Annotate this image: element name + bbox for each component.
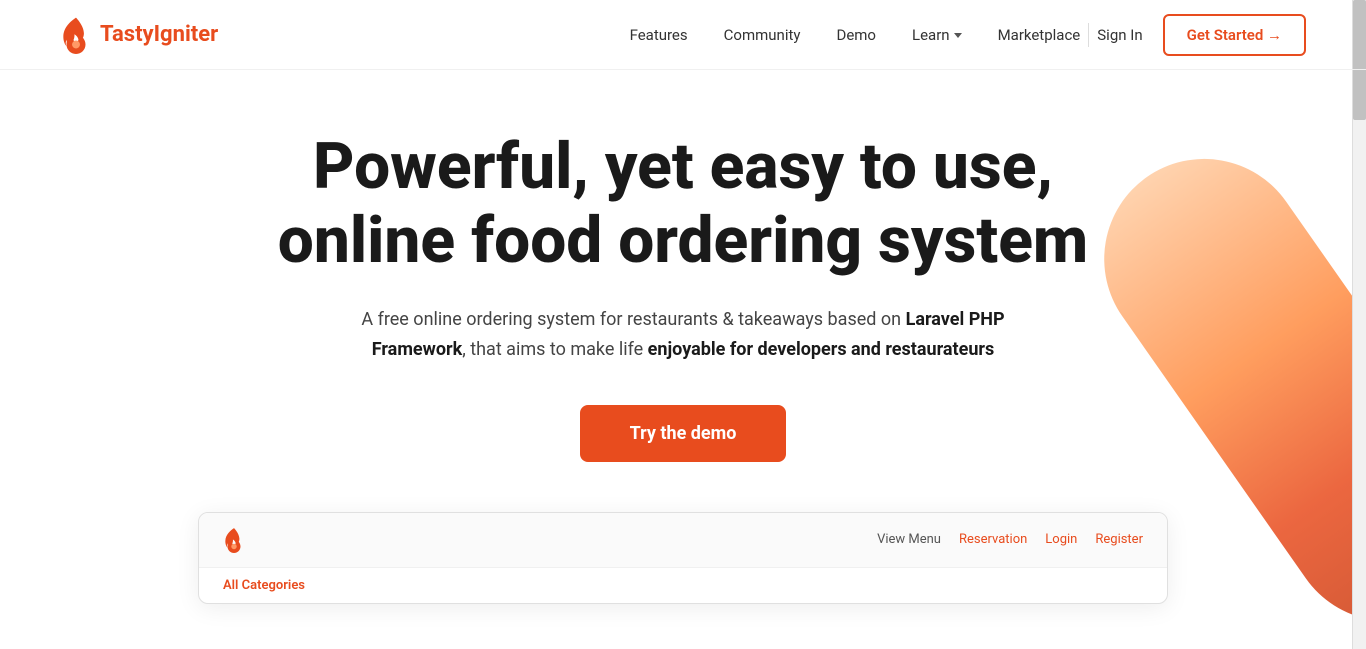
try-demo-button[interactable]: Try the demo — [580, 405, 787, 462]
get-started-button[interactable]: Get Started → — [1163, 14, 1306, 56]
nav-divider — [1088, 23, 1089, 47]
nav-marketplace[interactable]: Marketplace — [998, 26, 1081, 44]
nav-learn[interactable]: Learn — [912, 26, 962, 44]
nav-community[interactable]: Community — [724, 26, 801, 44]
preview-card-header: View Menu Reservation Login Register — [199, 513, 1167, 568]
hero-title: Powerful, yet easy to use, online food o… — [233, 130, 1133, 277]
chevron-down-icon — [954, 33, 962, 38]
nav-demo[interactable]: Demo — [836, 26, 876, 44]
logo-link[interactable]: TastyIgniter — [60, 16, 218, 54]
preview-categories-row: All Categories — [199, 568, 1167, 603]
preview-card: View Menu Reservation Login Register All… — [198, 512, 1168, 604]
preview-flame-icon — [223, 527, 245, 553]
preview-logo-area — [223, 527, 245, 553]
navbar: TastyIgniter Features Community Demo Lea… — [0, 0, 1366, 70]
hero-section: Powerful, yet easy to use, online food o… — [0, 70, 1366, 644]
preview-login[interactable]: Login — [1045, 532, 1077, 547]
preview-nav-links: View Menu Reservation Login Register — [877, 532, 1143, 547]
logo-flame-icon — [60, 16, 92, 54]
signin-link[interactable]: Sign In — [1097, 26, 1142, 44]
nav-features[interactable]: Features — [630, 26, 688, 44]
scrollbar[interactable] — [1352, 0, 1366, 649]
preview-reservation[interactable]: Reservation — [959, 532, 1027, 547]
logo-text: TastyIgniter — [100, 22, 218, 47]
hero-subtitle: A free online ordering system for restau… — [343, 305, 1023, 364]
preview-view-menu[interactable]: View Menu — [877, 532, 941, 547]
nav-links: Features Community Demo Learn Marketplac… — [630, 25, 1081, 44]
preview-register[interactable]: Register — [1095, 532, 1143, 547]
preview-all-categories[interactable]: All Categories — [223, 578, 305, 593]
